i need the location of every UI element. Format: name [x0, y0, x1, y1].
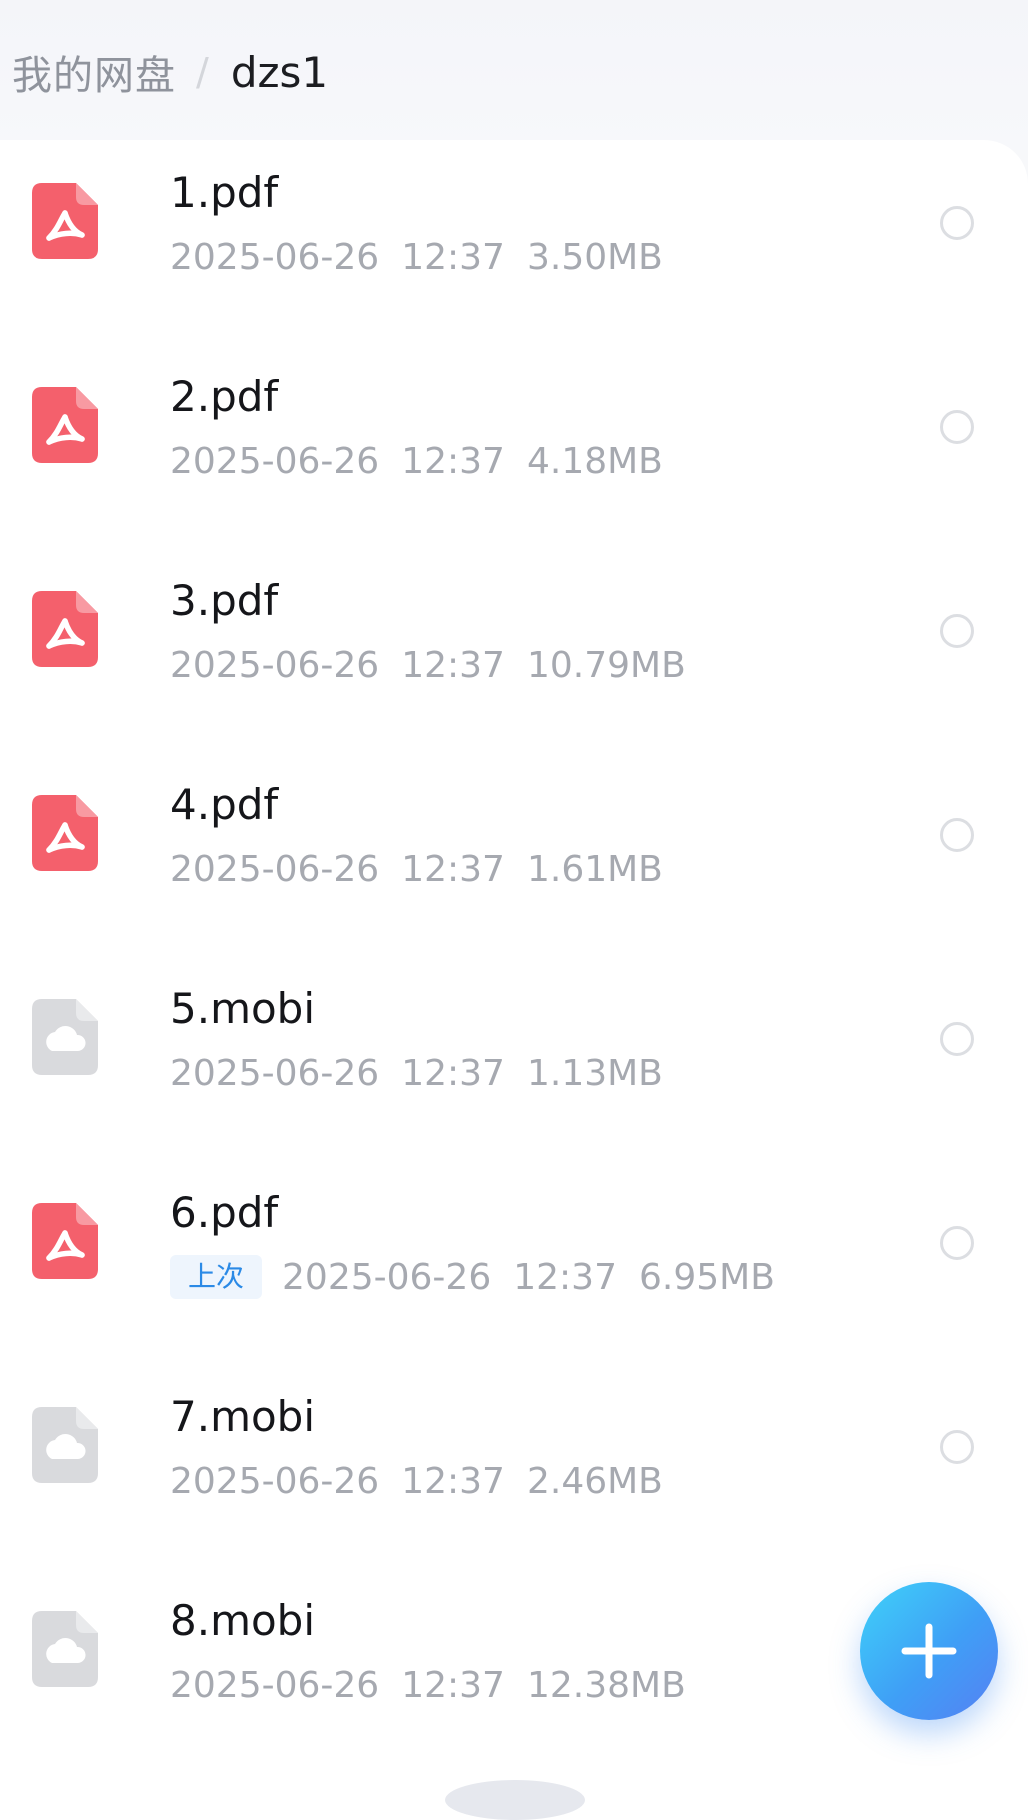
- file-row[interactable]: 4.pdf 2025-06-26 12:37 1.61MB: [0, 752, 1028, 956]
- file-size: 2.46MB: [526, 1460, 663, 1502]
- file-time: 12:37: [401, 644, 505, 686]
- file-size: 3.50MB: [526, 236, 663, 278]
- file-time: 12:37: [513, 1256, 617, 1298]
- file-row[interactable]: 5.mobi 2025-06-26 12:37 1.13MB: [0, 956, 1028, 1160]
- file-date: 2025-06-26: [170, 1460, 380, 1502]
- recent-tag: 上次: [170, 1255, 263, 1299]
- file-date: 2025-06-26: [170, 440, 380, 482]
- file-time: 12:37: [401, 236, 505, 278]
- file-row[interactable]: 3.pdf 2025-06-26 12:37 10.79MB: [0, 548, 1028, 752]
- file-name: 6.pdf: [170, 1188, 279, 1237]
- plus-icon: [901, 1623, 957, 1679]
- file-name: 8.mobi: [170, 1596, 316, 1645]
- file-name: 5.mobi: [170, 984, 316, 1033]
- breadcrumb-root[interactable]: 我的网盘: [12, 43, 176, 101]
- select-radio[interactable]: [940, 818, 974, 852]
- file-size: 1.61MB: [526, 848, 663, 890]
- file-meta: 2025-06-26 12:37 1.13MB: [170, 1048, 685, 1098]
- file-meta: 上次 2025-06-26 12:37 6.95MB: [170, 1252, 797, 1302]
- file-meta: 2025-06-26 12:37 2.46MB: [170, 1456, 685, 1506]
- file-name: 1.pdf: [170, 168, 279, 217]
- file-size: 6.95MB: [638, 1256, 775, 1298]
- file-row[interactable]: 2.pdf 2025-06-26 12:37 4.18MB: [0, 344, 1028, 548]
- file-date: 2025-06-26: [170, 1664, 380, 1706]
- select-radio[interactable]: [940, 614, 974, 648]
- file-row[interactable]: 6.pdf 上次 2025-06-26 12:37 6.95MB: [0, 1160, 1028, 1364]
- cloud-file-icon: [32, 999, 98, 1075]
- bottom-handle: [445, 1780, 585, 1820]
- header: 我的网盘 / dzs1: [0, 0, 1028, 150]
- file-name: 7.mobi: [170, 1392, 316, 1441]
- file-time: 12:37: [401, 440, 505, 482]
- file-meta: 2025-06-26 12:37 1.61MB: [170, 844, 685, 894]
- add-button[interactable]: [860, 1582, 998, 1720]
- file-time: 12:37: [401, 848, 505, 890]
- breadcrumb-current: dzs1: [230, 47, 329, 97]
- file-size: 1.13MB: [526, 1052, 663, 1094]
- file-meta: 2025-06-26 12:37 12.38MB: [170, 1660, 708, 1710]
- file-date: 2025-06-26: [170, 236, 380, 278]
- breadcrumb-separator: /: [196, 50, 209, 94]
- pdf-file-icon: [32, 591, 98, 667]
- file-time: 12:37: [401, 1460, 505, 1502]
- select-radio[interactable]: [940, 1226, 974, 1260]
- file-date: 2025-06-26: [170, 644, 380, 686]
- pdf-file-icon: [32, 183, 98, 259]
- pdf-file-icon: [32, 1203, 98, 1279]
- file-meta: 2025-06-26 12:37 4.18MB: [170, 436, 685, 486]
- select-radio[interactable]: [940, 1022, 974, 1056]
- file-time: 12:37: [401, 1664, 505, 1706]
- select-radio[interactable]: [940, 1430, 974, 1464]
- cloud-file-icon: [32, 1407, 98, 1483]
- file-date: 2025-06-26: [170, 1052, 380, 1094]
- file-date: 2025-06-26: [282, 1256, 492, 1298]
- pdf-file-icon: [32, 387, 98, 463]
- file-size: 12.38MB: [526, 1664, 686, 1706]
- cloud-file-icon: [32, 1611, 98, 1687]
- file-meta: 2025-06-26 12:37 10.79MB: [170, 640, 708, 690]
- breadcrumb: 我的网盘 / dzs1: [12, 44, 328, 100]
- file-size: 4.18MB: [526, 440, 663, 482]
- file-row[interactable]: 1.pdf 2025-06-26 12:37 3.50MB: [0, 140, 1028, 344]
- file-name: 4.pdf: [170, 780, 279, 829]
- file-size: 10.79MB: [526, 644, 686, 686]
- file-date: 2025-06-26: [170, 848, 380, 890]
- file-list: 1.pdf 2025-06-26 12:37 3.50MB 2.pdf 2025…: [0, 140, 1028, 1820]
- file-time: 12:37: [401, 1052, 505, 1094]
- select-radio[interactable]: [940, 410, 974, 444]
- file-name: 2.pdf: [170, 372, 279, 421]
- pdf-file-icon: [32, 795, 98, 871]
- file-name: 3.pdf: [170, 576, 279, 625]
- file-meta: 2025-06-26 12:37 3.50MB: [170, 232, 685, 282]
- select-radio[interactable]: [940, 206, 974, 240]
- file-row[interactable]: 7.mobi 2025-06-26 12:37 2.46MB: [0, 1364, 1028, 1568]
